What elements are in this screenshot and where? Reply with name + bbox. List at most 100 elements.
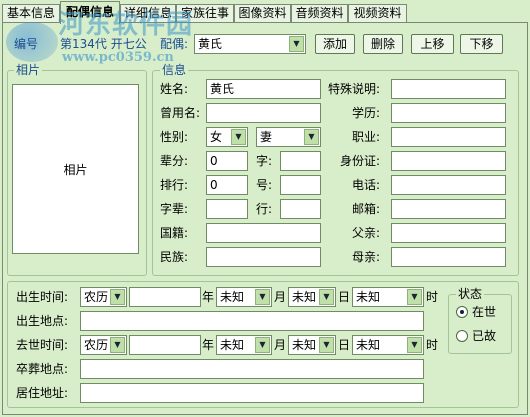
mother-input[interactable] xyxy=(391,247,506,267)
info-group-title: 信息 xyxy=(160,63,189,77)
move-down-button[interactable]: 下移 xyxy=(460,34,503,54)
ethnicity-input[interactable] xyxy=(206,247,321,267)
occupation-input[interactable] xyxy=(391,127,506,147)
death-day-select[interactable]: 未知 ▼ xyxy=(288,335,336,355)
add-button[interactable]: 添加 xyxy=(315,34,355,54)
courtesy-name-label: 字: xyxy=(256,154,273,168)
year-unit: 年 xyxy=(202,290,215,304)
relation-select[interactable]: 妻 ▼ xyxy=(256,127,321,147)
name-label: 姓名: xyxy=(160,82,189,96)
delete-button[interactable]: 删除 xyxy=(363,34,403,54)
chevron-down-icon: ▼ xyxy=(255,289,270,305)
chevron-down-icon: ▼ xyxy=(255,337,270,353)
generation-input[interactable]: 0 xyxy=(206,151,248,171)
tab-detail-info[interactable]: 详细信息 xyxy=(120,4,176,23)
info-group xyxy=(152,70,519,276)
birth-place-label: 出生地点: xyxy=(16,314,69,328)
hour-unit: 时 xyxy=(426,290,439,304)
id-card-input[interactable] xyxy=(391,151,506,171)
residence-label: 居住地址: xyxy=(16,386,69,400)
gender-label: 性别: xyxy=(160,130,189,144)
tab-family-events[interactable]: 家族往事 xyxy=(176,4,234,23)
art-name-input[interactable] xyxy=(280,175,321,195)
deceased-label[interactable]: 已故 xyxy=(472,326,496,346)
day-unit: 日 xyxy=(338,338,351,352)
chevron-down-icon: ▼ xyxy=(319,289,334,305)
birth-hour-select[interactable]: 未知 ▼ xyxy=(352,287,424,307)
name-input[interactable]: 黄氏 xyxy=(206,79,321,99)
generation-char-label: 字辈: xyxy=(160,202,189,216)
birth-time-label: 出生时间: xyxy=(16,290,69,304)
former-name-input[interactable] xyxy=(206,103,321,123)
burial-place-label: 卒葬地点: xyxy=(16,362,69,376)
hour-unit: 时 xyxy=(426,338,439,352)
birth-place-input[interactable] xyxy=(80,311,424,331)
email-label: 邮箱: xyxy=(352,202,381,216)
birth-day-select[interactable]: 未知 ▼ xyxy=(288,287,336,307)
death-hour-select[interactable]: 未知 ▼ xyxy=(352,335,424,355)
chevron-down-icon: ▼ xyxy=(304,129,319,145)
phone-input[interactable] xyxy=(391,175,506,195)
courtesy-name-input[interactable] xyxy=(280,151,321,171)
ethnicity-label: 民族: xyxy=(160,250,189,264)
year-unit: 年 xyxy=(202,338,215,352)
code-label: 编号 xyxy=(14,37,39,51)
month-unit: 月 xyxy=(274,290,287,304)
chevron-down-icon: ▼ xyxy=(407,289,422,305)
tab-spouse-info[interactable]: 配偶信息 xyxy=(60,1,120,24)
tab-image-data[interactable]: 图像资料 xyxy=(234,4,291,23)
generation-label: 辈分: xyxy=(160,154,189,168)
birth-month-select[interactable]: 未知 ▼ xyxy=(216,287,272,307)
occupation-label: 职业: xyxy=(352,130,381,144)
spouse-label: 配偶: xyxy=(160,37,189,51)
month-unit: 月 xyxy=(274,338,287,352)
hang-label: 行: xyxy=(256,202,273,216)
rank-label: 排行: xyxy=(160,178,189,192)
email-input[interactable] xyxy=(391,199,506,219)
birth-calendar-select[interactable]: 农历 ▼ xyxy=(80,287,127,307)
tab-video-data[interactable]: 视频资料 xyxy=(348,4,407,23)
generation-text: 第134代 开七公 xyxy=(60,37,147,51)
tab-audio-data[interactable]: 音频资料 xyxy=(291,4,348,23)
move-up-button[interactable]: 上移 xyxy=(411,34,454,54)
nationality-input[interactable] xyxy=(206,223,321,243)
alive-radio[interactable] xyxy=(456,306,468,318)
status-group-title: 状态 xyxy=(456,287,485,301)
special-note-label: 特殊说明: xyxy=(328,82,381,96)
deceased-radio[interactable] xyxy=(456,330,468,342)
education-label: 学历: xyxy=(352,106,381,120)
tab-basic-info[interactable]: 基本信息 xyxy=(2,4,60,23)
father-label: 父亲: xyxy=(352,226,381,240)
special-note-input[interactable] xyxy=(391,79,506,99)
chevron-down-icon: ▼ xyxy=(289,36,304,52)
former-name-label: 曾用名: xyxy=(160,106,201,120)
chevron-down-icon: ▼ xyxy=(319,337,334,353)
id-card-label: 身份证: xyxy=(340,154,381,168)
mother-label: 母亲: xyxy=(352,250,381,264)
alive-label[interactable]: 在世 xyxy=(472,302,496,322)
death-calendar-select[interactable]: 农历 ▼ xyxy=(80,335,127,355)
phone-label: 电话: xyxy=(352,178,381,192)
art-name-label: 号: xyxy=(256,178,273,192)
education-input[interactable] xyxy=(391,103,506,123)
tab-bar: 基本信息 配偶信息 详细信息 家族往事 图像资料 音频资料 视频资料 xyxy=(0,0,530,24)
death-month-select[interactable]: 未知 ▼ xyxy=(216,335,272,355)
hang-input[interactable] xyxy=(280,199,321,219)
chevron-down-icon: ▼ xyxy=(110,289,125,305)
nationality-label: 国籍: xyxy=(160,226,189,240)
chevron-down-icon: ▼ xyxy=(110,337,125,353)
burial-place-input[interactable] xyxy=(80,359,424,379)
rank-input[interactable]: 0 xyxy=(206,175,248,195)
generation-char-input[interactable] xyxy=(206,199,248,219)
birth-year-input[interactable] xyxy=(129,287,201,307)
photo-box[interactable]: 相片 xyxy=(12,84,139,254)
death-year-input[interactable] xyxy=(129,335,201,355)
day-unit: 日 xyxy=(338,290,351,304)
gender-select[interactable]: 女 ▼ xyxy=(206,127,248,147)
death-time-label: 去世时间: xyxy=(16,338,69,352)
spouse-select[interactable]: 黄氏 ▼ xyxy=(194,34,306,54)
residence-input[interactable] xyxy=(80,383,424,403)
photo-group-title: 相片 xyxy=(14,63,43,77)
father-input[interactable] xyxy=(391,223,506,243)
chevron-down-icon: ▼ xyxy=(407,337,422,353)
